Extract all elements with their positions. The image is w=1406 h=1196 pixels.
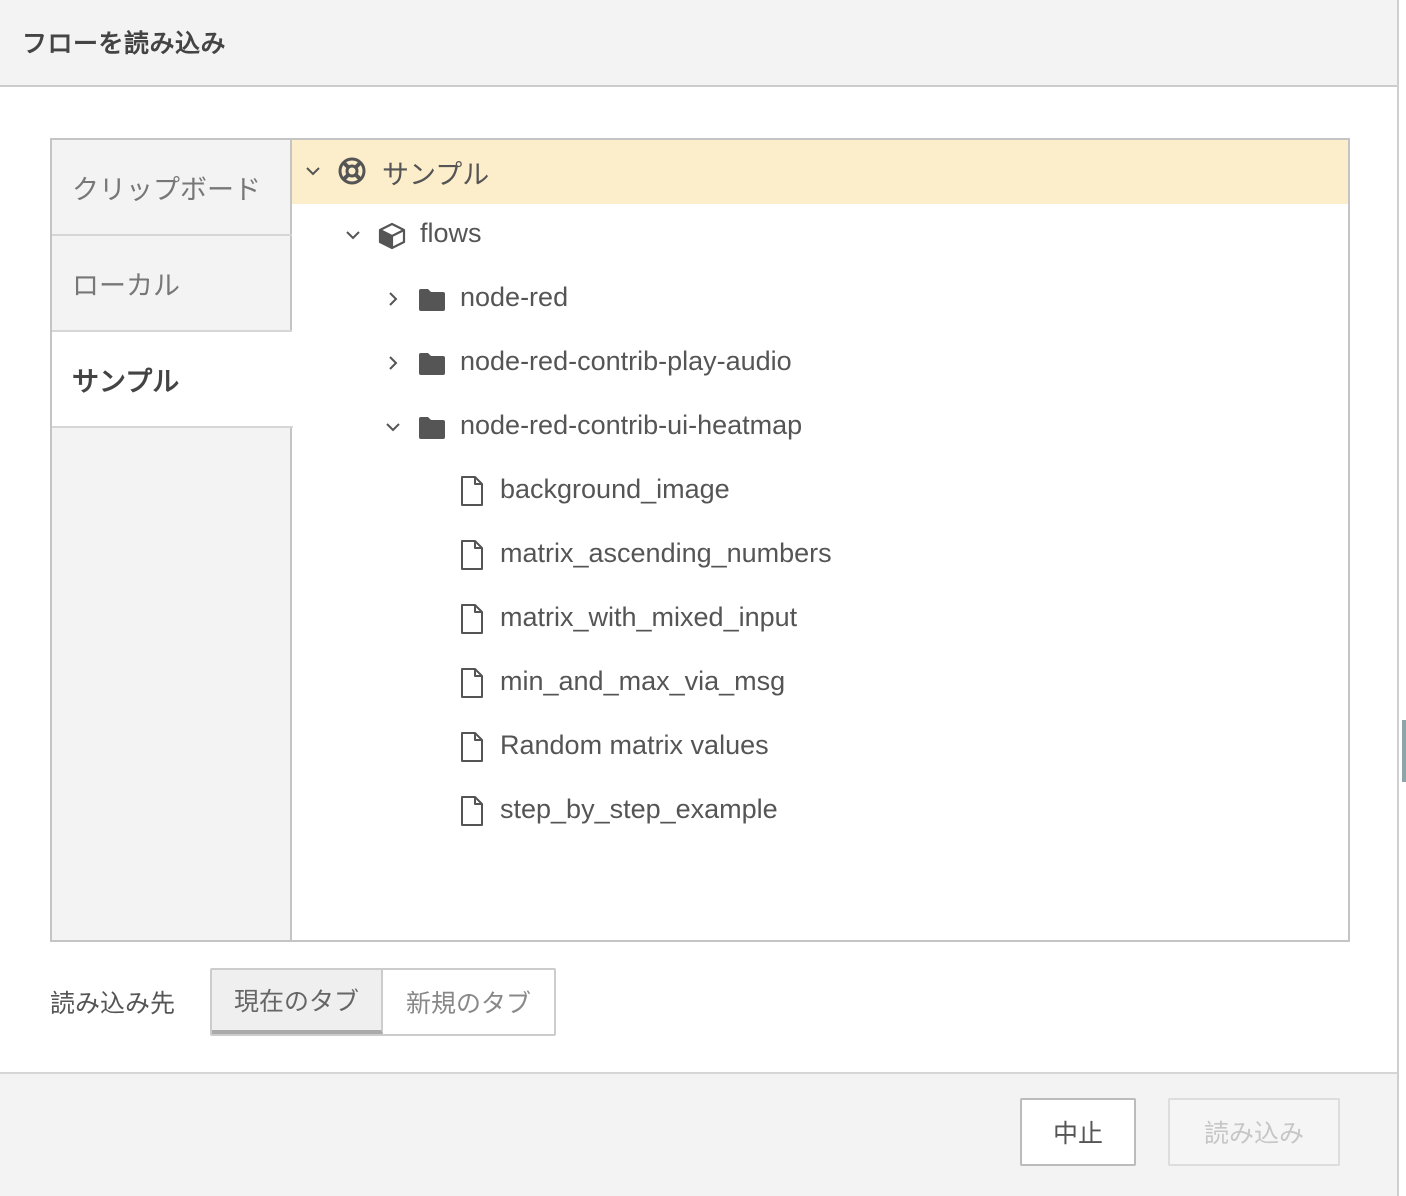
life-ring-icon — [338, 157, 366, 185]
tree-label: node-red-contrib-ui-heatmap — [460, 410, 803, 440]
tree-row-examples-root[interactable]: サンプル — [292, 140, 1348, 204]
tree-label: サンプル — [382, 160, 490, 191]
tab-clipboard[interactable]: クリップボード — [52, 140, 292, 236]
file-icon — [461, 604, 483, 634]
tab-examples-label: サンプル — [72, 367, 180, 398]
chevron-right-icon[interactable] — [384, 290, 402, 308]
tab-local[interactable]: ローカル — [52, 236, 292, 332]
import-target-toggle: 現在のタブ 新規のタブ — [210, 968, 556, 1036]
tree-row-file[interactable]: matrix_ascending_numbers — [292, 524, 1348, 588]
tree-label: step_by_step_example — [500, 794, 778, 824]
chevron-down-icon[interactable] — [344, 226, 362, 244]
file-icon — [461, 796, 483, 826]
folder-icon — [419, 417, 445, 439]
file-icon — [461, 476, 483, 506]
background-edge — [1402, 720, 1406, 782]
tree-row-folder[interactable]: node-red-contrib-play-audio — [292, 332, 1348, 396]
tree-label: Random matrix values — [500, 730, 769, 760]
tab-examples[interactable]: サンプル — [52, 332, 293, 428]
folder-icon — [419, 353, 445, 375]
tree-label: node-red — [460, 282, 569, 312]
source-tabs: クリップボード ローカル サンプル — [52, 140, 293, 940]
chevron-down-icon[interactable] — [384, 418, 402, 436]
tree-row-flows[interactable]: flows — [292, 204, 1348, 268]
new-tab-option[interactable]: 新規のタブ — [383, 970, 554, 1034]
tree-label: min_and_max_via_msg — [500, 666, 786, 696]
cube-icon — [378, 222, 406, 250]
file-icon — [461, 668, 483, 698]
current-tab-option[interactable]: 現在のタブ — [212, 970, 383, 1034]
cancel-button[interactable]: 中止 — [1020, 1098, 1136, 1166]
dialog-footer: 中止 読み込み — [0, 1072, 1397, 1196]
import-flow-dialog: フローを読み込み クリップボード ローカル サンプル サンプル flows no… — [0, 0, 1399, 1196]
dialog-title: フローを読み込み — [22, 29, 227, 58]
file-icon — [461, 540, 483, 570]
folder-icon — [419, 289, 445, 311]
file-icon — [461, 732, 483, 762]
tree-row-folder[interactable]: node-red — [292, 268, 1348, 332]
chevron-right-icon[interactable] — [384, 354, 402, 372]
library-panel: クリップボード ローカル サンプル サンプル flows node-red no… — [50, 138, 1350, 942]
tree-label: matrix_ascending_numbers — [500, 538, 832, 568]
tab-clipboard-label: クリップボード — [72, 175, 261, 206]
tree-label: node-red-contrib-play-audio — [460, 346, 792, 376]
tree-row-file[interactable]: background_image — [292, 460, 1348, 524]
library-tree: サンプル flows node-red node-red-contrib-pla… — [292, 140, 1348, 940]
tree-row-file[interactable]: Random matrix values — [292, 716, 1348, 780]
tree-label: background_image — [500, 474, 730, 504]
tree-label: matrix_with_mixed_input — [500, 602, 798, 632]
import-button[interactable]: 読み込み — [1168, 1098, 1340, 1166]
tab-local-label: ローカル — [72, 271, 180, 302]
tree-label: flows — [420, 218, 482, 248]
import-target-label: 読み込み先 — [50, 989, 176, 1018]
tree-row-file[interactable]: step_by_step_example — [292, 780, 1348, 844]
tree-row-file[interactable]: min_and_max_via_msg — [292, 652, 1348, 716]
dialog-header: フローを読み込み — [0, 0, 1397, 87]
tree-row-folder[interactable]: node-red-contrib-ui-heatmap — [292, 396, 1348, 460]
tree-row-file[interactable]: matrix_with_mixed_input — [292, 588, 1348, 652]
chevron-down-icon[interactable] — [304, 162, 322, 180]
